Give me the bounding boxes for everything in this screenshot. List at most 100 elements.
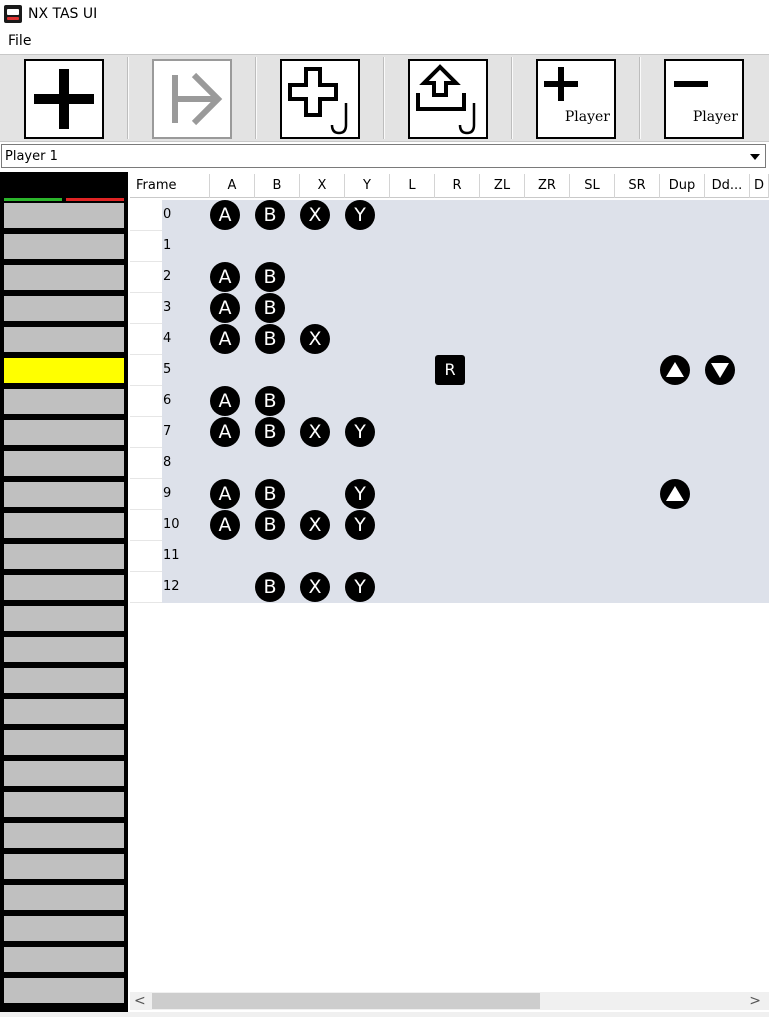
export-hook-button[interactable] <box>408 59 488 139</box>
table-row[interactable]: 3 AB <box>130 293 769 324</box>
add-player-button[interactable]: Player <box>536 59 616 139</box>
b-button-icon[interactable]: B <box>255 293 285 323</box>
file-menu[interactable]: File <box>8 33 31 49</box>
b-button-icon[interactable]: B <box>255 417 285 447</box>
grid-header: Frame A B X Y L R ZL ZR SL SR Dup Dd... D <box>130 174 769 198</box>
a-button-icon[interactable]: A <box>210 479 240 509</box>
column-header[interactable]: D <box>750 174 769 198</box>
strip-cell[interactable] <box>4 699 124 724</box>
b-button-icon[interactable]: B <box>255 200 285 230</box>
x-button-icon[interactable]: X <box>300 324 330 354</box>
a-button-icon[interactable]: A <box>210 510 240 540</box>
strip-cell[interactable] <box>4 265 124 290</box>
table-row[interactable]: 9 AB Y <box>130 479 769 510</box>
strip-cell[interactable] <box>4 234 124 259</box>
horizontal-scrollbar[interactable]: < > <box>130 992 769 1010</box>
strip-cell[interactable] <box>4 203 124 228</box>
column-header[interactable]: Dd... <box>705 174 750 198</box>
column-header-frame[interactable]: Frame <box>130 174 210 198</box>
table-row[interactable]: 12 B X Y <box>130 572 769 603</box>
strip-cell[interactable] <box>4 792 124 817</box>
dpad-up-icon[interactable] <box>660 355 690 385</box>
a-button-icon[interactable]: A <box>210 386 240 416</box>
column-header[interactable]: R <box>435 174 480 198</box>
strip-cell[interactable] <box>4 451 124 476</box>
table-row[interactable]: 11 <box>130 541 769 572</box>
b-button-icon[interactable]: B <box>255 262 285 292</box>
column-header[interactable]: Y <box>345 174 390 198</box>
column-header[interactable]: ZR <box>525 174 570 198</box>
column-header[interactable]: SL <box>570 174 615 198</box>
scroll-left-arrow[interactable]: < <box>134 994 146 1008</box>
a-button-icon[interactable]: A <box>210 293 240 323</box>
table-row[interactable]: 6 AB <box>130 386 769 417</box>
frame-number: 0 <box>163 207 172 222</box>
r-button-icon[interactable]: R <box>435 355 465 385</box>
dpad-up-icon[interactable] <box>660 479 690 509</box>
table-row[interactable]: 10 A B X Y <box>130 510 769 541</box>
strip-cell[interactable] <box>4 296 124 321</box>
strip-cell[interactable] <box>4 637 124 662</box>
strip-cell[interactable] <box>4 885 124 910</box>
dpad-down-icon[interactable] <box>705 355 735 385</box>
strip-cell[interactable] <box>4 761 124 786</box>
strip-cell[interactable] <box>4 389 124 414</box>
add-frame-hook-button[interactable] <box>280 59 360 139</box>
strip-cell[interactable] <box>4 606 124 631</box>
strip-cell[interactable] <box>4 420 124 445</box>
strip-cell[interactable] <box>4 575 124 600</box>
strip-cell[interactable] <box>4 947 124 972</box>
scroll-thumb[interactable] <box>152 993 540 1009</box>
chevron-down-icon[interactable] <box>745 145 765 167</box>
frame-strip[interactable] <box>0 172 128 1017</box>
y-button-icon[interactable]: Y <box>345 417 375 447</box>
table-row[interactable]: 8 <box>130 448 769 479</box>
column-header[interactable]: X <box>300 174 345 198</box>
y-button-icon[interactable]: Y <box>345 510 375 540</box>
b-button-icon[interactable]: B <box>255 324 285 354</box>
table-row[interactable]: 7 ABXY <box>130 417 769 448</box>
a-button-icon[interactable]: A <box>210 417 240 447</box>
strip-cell[interactable] <box>4 730 124 755</box>
x-button-icon[interactable]: X <box>300 417 330 447</box>
strip-cell[interactable] <box>4 668 124 693</box>
table-row[interactable]: 5R <box>130 355 769 386</box>
strip-cell[interactable] <box>4 916 124 941</box>
column-header[interactable]: L <box>390 174 435 198</box>
y-button-icon[interactable]: Y <box>345 572 375 602</box>
b-button-icon[interactable]: B <box>255 479 285 509</box>
a-button-icon[interactable]: A <box>210 200 240 230</box>
y-button-icon[interactable]: Y <box>345 200 375 230</box>
a-button-icon[interactable]: A <box>210 324 240 354</box>
player-select[interactable]: Player 1 <box>1 144 766 168</box>
strip-cell[interactable] <box>4 482 124 507</box>
strip-cell-current[interactable] <box>4 358 124 383</box>
column-header[interactable]: Dup <box>660 174 705 198</box>
table-row[interactable]: 1 <box>130 231 769 262</box>
b-button-icon[interactable]: B <box>255 386 285 416</box>
strip-cell[interactable] <box>4 823 124 848</box>
x-button-icon[interactable]: X <box>300 200 330 230</box>
column-header[interactable]: B <box>255 174 300 198</box>
column-header[interactable]: ZL <box>480 174 525 198</box>
column-header[interactable]: A <box>210 174 255 198</box>
b-button-icon[interactable]: B <box>255 572 285 602</box>
y-button-icon[interactable]: Y <box>345 479 375 509</box>
remove-player-button[interactable]: Player <box>664 59 744 139</box>
strip-cell[interactable] <box>4 327 124 352</box>
a-button-icon[interactable]: A <box>210 262 240 292</box>
strip-cell[interactable] <box>4 978 124 1003</box>
table-row[interactable]: 4 ABX <box>130 324 769 355</box>
play-button[interactable] <box>152 59 232 139</box>
add-frame-button[interactable] <box>24 59 104 139</box>
scroll-right-arrow[interactable]: > <box>749 994 761 1008</box>
table-row[interactable]: 0 ABXY <box>130 200 769 231</box>
x-button-icon[interactable]: X <box>300 510 330 540</box>
table-row[interactable]: 2 AB <box>130 262 769 293</box>
strip-cell[interactable] <box>4 854 124 879</box>
strip-cell[interactable] <box>4 513 124 538</box>
b-button-icon[interactable]: B <box>255 510 285 540</box>
column-header[interactable]: SR <box>615 174 660 198</box>
x-button-icon[interactable]: X <box>300 572 330 602</box>
strip-cell[interactable] <box>4 544 124 569</box>
